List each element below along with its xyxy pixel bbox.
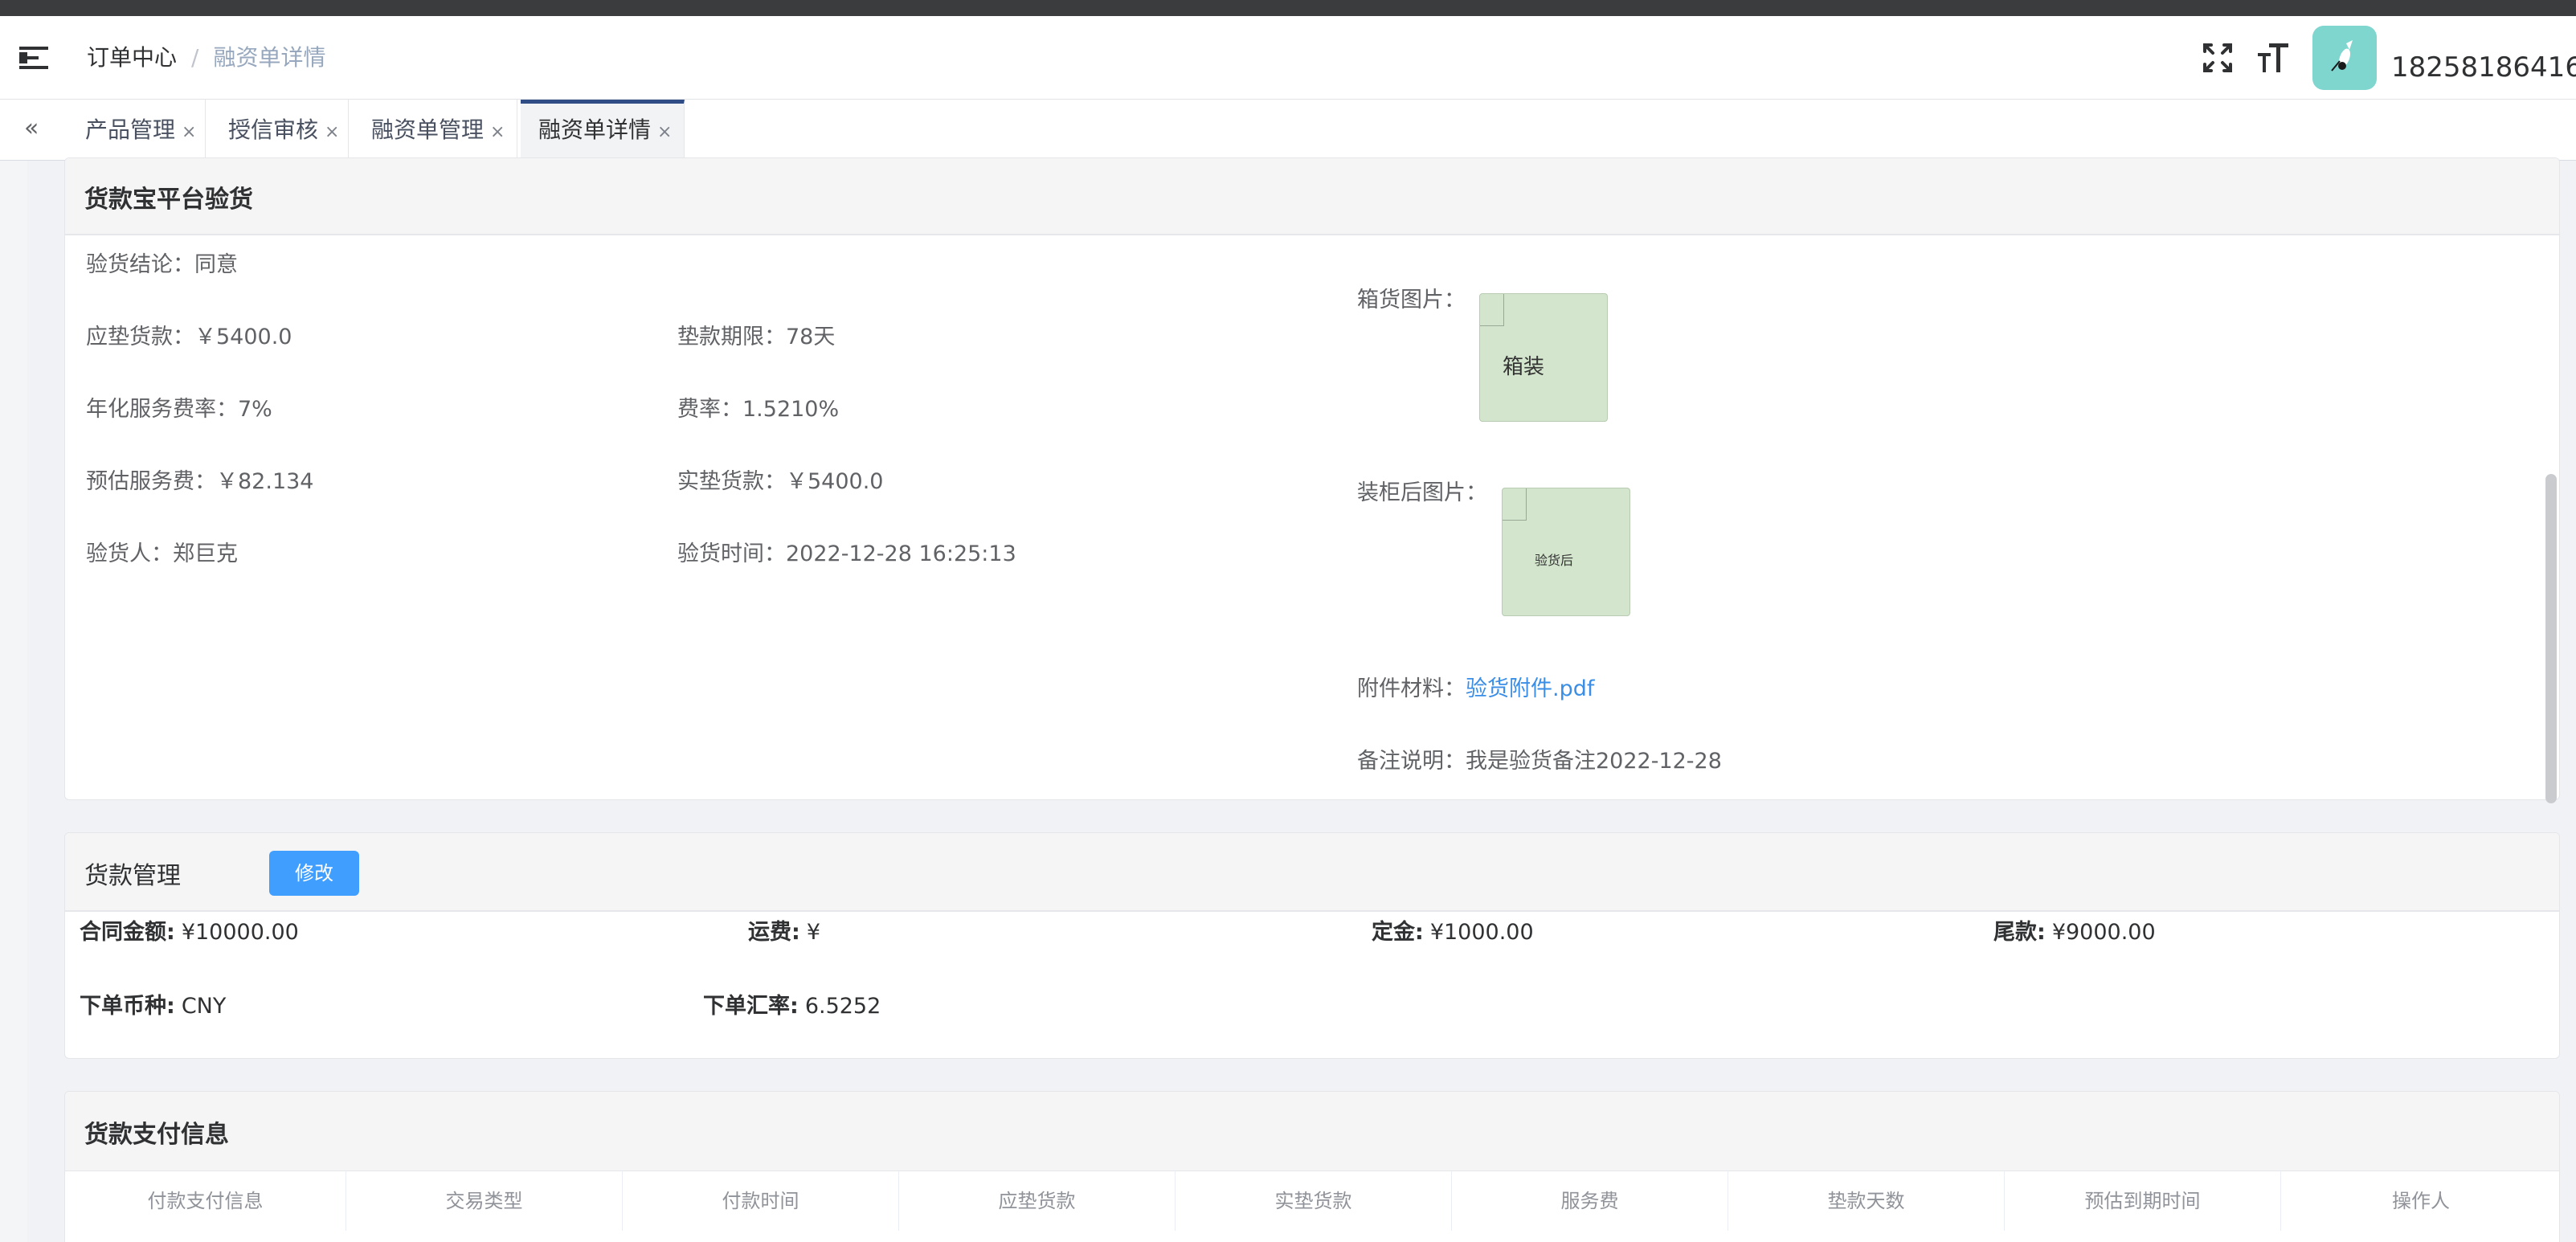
attachment: 附件材料：验货附件.pdf [1357,676,1595,701]
balance: 尾款: ¥9000.00 [1993,920,2156,945]
column-header: 操作人 [2392,1190,2450,1212]
boxing-photo-caption: 箱装 [1503,355,1545,379]
boxing-photo-thumbnail[interactable]: 箱装 [1479,293,1608,422]
contract-amount: 合同金额: ¥10000.00 [80,920,299,945]
inspection-card: 货款宝平台验货 验货结论：同意 应垫货款：￥5400.0 垫款期限：78天 年化… [64,157,2560,800]
freight: 运费: ¥ [748,920,820,945]
tab-financing-detail[interactable]: 融资单详情 × [521,100,685,161]
column-header: 垫款天数 [1728,1171,2005,1231]
username[interactable]: 18258186416 [2391,50,2576,85]
annual-service-rate: 年化服务费率：7% [86,397,272,422]
order-exchange-rate: 下单汇率: 6.5252 [703,994,881,1019]
column-header: 预估到期时间 [2005,1171,2281,1231]
tabs-bar: « 产品管理 × 授信审核 × 融资单管理 × 融资单详情 × [0,100,2576,161]
order-currency: 下单币种: CNY [80,994,227,1019]
column-header: 付款时间 [623,1171,899,1231]
breadcrumb-current: 融资单详情 [213,44,326,71]
column-header: 实垫货款 [1176,1171,1452,1231]
tab-product-management[interactable]: 产品管理 × [67,100,206,161]
actual-payment: 实垫货款：￥5400.0 [677,469,884,494]
fullscreen-icon[interactable] [2200,40,2235,76]
tab-credit-review[interactable]: 授信审核 × [211,100,349,161]
menu-toggle-icon[interactable] [19,45,48,71]
payment-info-card: 货款支付信息 付款支付信息 交易类型 付款时间 应垫货款 实垫货款 服务费 垫款… [64,1091,2560,1242]
tab-close-icon[interactable]: × [182,122,196,142]
advance-period: 垫款期限：78天 [677,325,836,349]
goods-title: 货款管理 [84,862,181,890]
deposit: 定金: ¥1000.00 [1372,920,1534,945]
goods-card-header: 货款管理 修改 [65,833,2559,912]
column-header: 服务费 [1452,1171,1728,1231]
breadcrumb: 订单中心 / 融资单详情 [87,42,325,74]
tab-label: 融资单管理 [371,116,485,143]
tabs-collapse-icon[interactable]: « [24,114,39,142]
tab-financing-management[interactable]: 融资单管理 × [354,100,517,161]
boxing-photo-label: 箱货图片： [1357,288,1466,313]
tab-label: 产品管理 [85,116,176,143]
advance-payment: 应垫货款：￥5400.0 [86,325,292,349]
payment-table-header: 付款支付信息 交易类型 付款时间 应垫货款 实垫货款 服务费 垫款天数 预估到期… [65,1171,2559,1231]
tab-label: 授信审核 [228,116,319,143]
inspection-title: 货款宝平台验货 [84,186,253,214]
tab-close-icon[interactable]: × [325,122,339,142]
navbar: 订单中心 / 融资单详情 18258186416 [0,16,2576,100]
breadcrumb-order-center[interactable]: 订单中心 [87,44,177,71]
inspection-card-header: 货款宝平台验货 [65,158,2559,235]
tab-label: 融资单详情 [538,116,652,143]
goods-management-card: 货款管理 修改 合同金额: ¥10000.00 运费: ¥ 定金: ¥1000.00 … [64,832,2560,1059]
edit-button[interactable]: 修改 [269,851,359,896]
column-header: 付款支付信息 [65,1171,346,1231]
fee-rate: 费率：1.5210% [677,397,840,422]
loaded-photo-thumbnail[interactable]: 验货后 [1502,488,1630,616]
estimated-service-fee: 预估服务费：￥82.134 [86,469,314,494]
inspection-conclusion: 验货结论：同意 [86,252,238,277]
scrollbar[interactable] [2545,474,2557,803]
inspector: 验货人：郑巨克 [86,541,238,566]
payment-card-header: 货款支付信息 [65,1092,2559,1171]
breadcrumb-separator: / [191,44,199,71]
tab-close-icon[interactable]: × [657,122,672,142]
remark: 备注说明：我是验货备注2022-12-28 [1357,749,1722,774]
window-top-bar [0,0,2576,16]
loaded-photo-caption: 验货后 [1535,553,1574,568]
avatar-illustration-icon [2331,40,2353,71]
inspection-time: 验货时间：2022-12-28 16:25:13 [677,541,1016,566]
payment-title: 货款支付信息 [84,1121,229,1149]
tab-close-icon[interactable]: × [490,122,505,142]
column-header: 应垫货款 [899,1171,1176,1231]
avatar[interactable] [2312,26,2377,90]
font-size-icon[interactable] [2255,40,2290,76]
attachment-pdf-link[interactable]: 验货附件.pdf [1466,676,1594,701]
loaded-photo-label: 装柜后图片： [1357,480,1487,505]
sidebar-strip [0,161,27,1242]
column-header: 交易类型 [346,1171,623,1231]
